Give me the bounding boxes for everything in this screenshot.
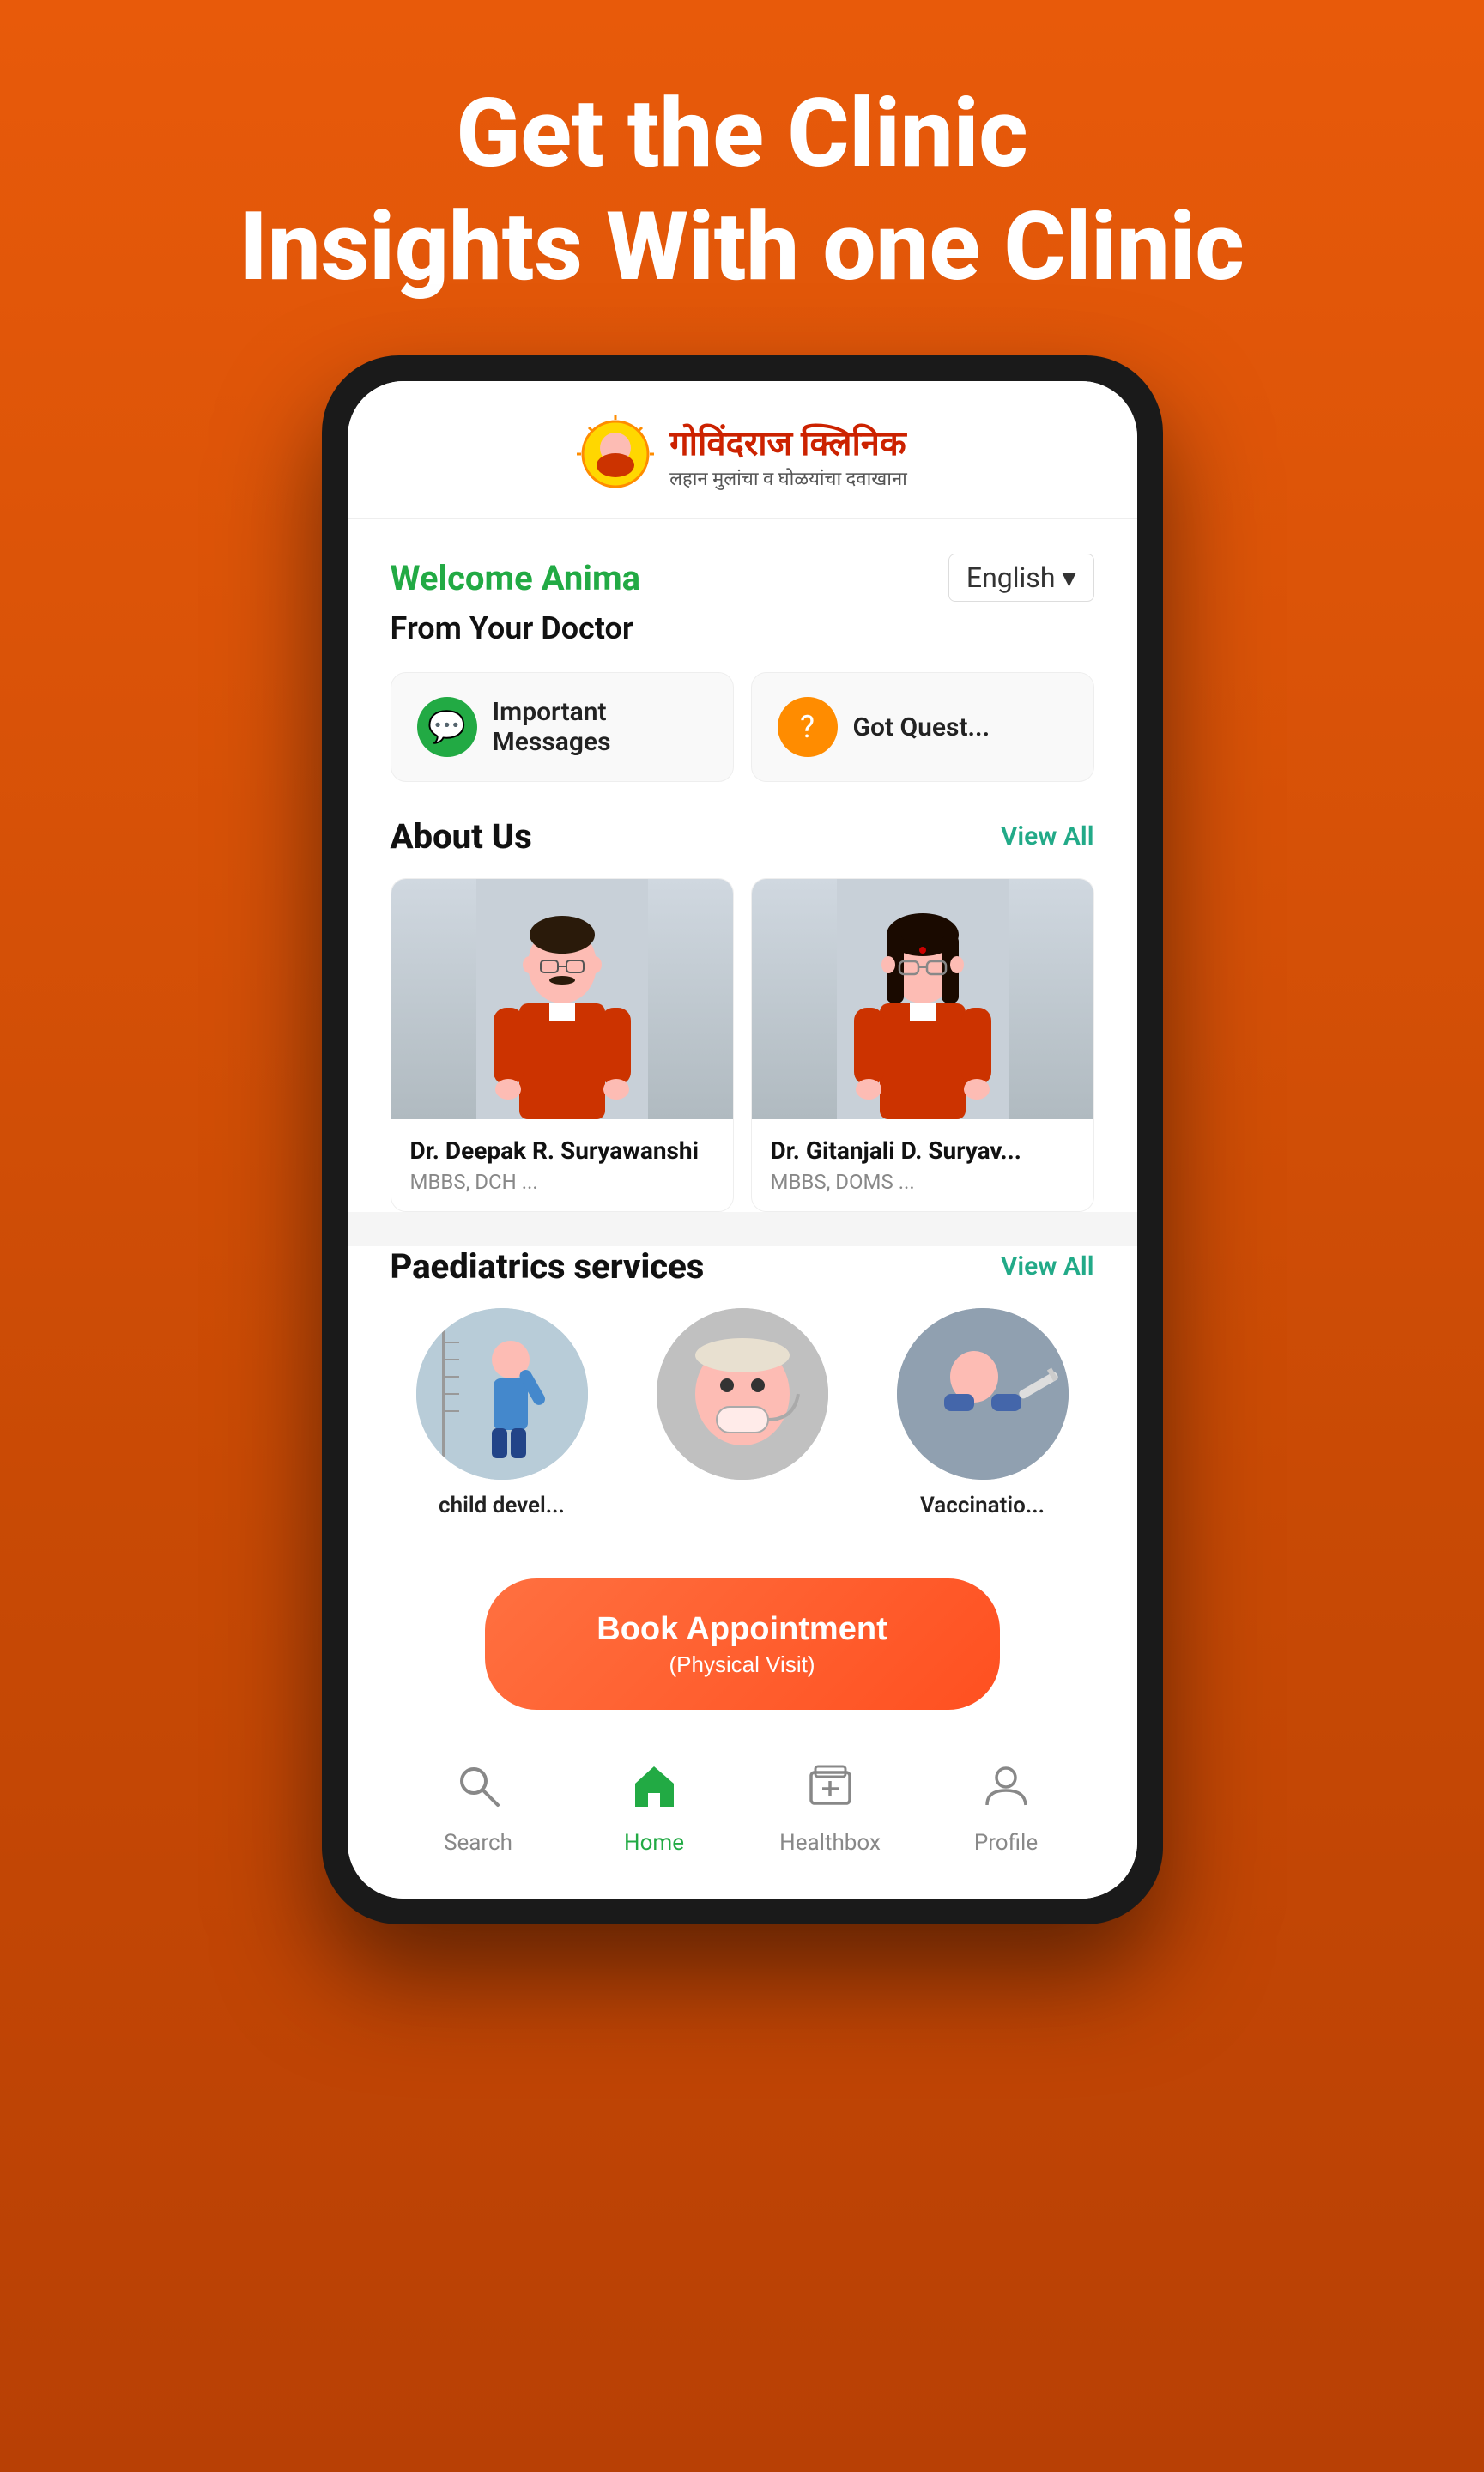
important-messages-label: Important Messages <box>493 697 707 757</box>
doctor-female-silhouette <box>752 879 1093 1119</box>
service-image-1 <box>416 1308 588 1480</box>
doctor-info-2: Dr. Gitanjali D. Suryav... MBBS, DOMS ..… <box>752 1119 1093 1211</box>
book-appointment-button[interactable]: Book Appointment (Physical Visit) <box>485 1578 1000 1710</box>
service-label-1: child devel... <box>439 1493 565 1518</box>
doctor-quals-1: MBBS, DCH ... <box>410 1170 714 1194</box>
app-header: गोविंदराज क्लिनिक लहान मुलांचा व घोळयांच… <box>348 381 1137 519</box>
clinic-subtitle: लहान मुलांचा व घोळयांचा दवाखाना <box>669 465 907 491</box>
service-item-3[interactable]: Vaccinatio... <box>871 1308 1094 1518</box>
doctor-info-1: Dr. Deepak R. Suryawanshi MBBS, DCH ... <box>391 1119 733 1211</box>
vaccination-icon <box>897 1308 1069 1480</box>
clinic-logo: गोविंदराज क्लिनिक लहान मुलांचा व घोळयांच… <box>577 415 907 493</box>
got-questions-label: Got Quest... <box>853 712 990 742</box>
got-questions-icon: ? <box>778 697 838 757</box>
about-us-title: About Us <box>391 816 532 857</box>
doctor-male-silhouette <box>391 879 733 1119</box>
home-icon <box>631 1762 678 1809</box>
paed-header: Paediatrics services View All <box>391 1246 1094 1287</box>
doctor-card-2[interactable]: Dr. Gitanjali D. Suryav... MBBS, DOMS ..… <box>751 878 1094 1212</box>
service-label-3: Vaccinatio... <box>920 1493 1045 1518</box>
language-selector[interactable]: English ▾ <box>948 554 1094 602</box>
nav-search[interactable]: Search <box>391 1762 566 1856</box>
from-doctor-text: From Your Doctor <box>391 610 1094 646</box>
important-messages-card[interactable]: 💬 Important Messages <box>391 672 734 782</box>
paediatrics-section: Paediatrics services View All <box>348 1246 1137 1553</box>
child-growth-icon <box>416 1308 588 1480</box>
language-label: English <box>966 561 1056 594</box>
app-main-content: Welcome Anima English ▾ From Your Doctor… <box>348 519 1137 1212</box>
clinic-name-container: गोविंदराज क्लिनिक लहान मुलांचा व घोळयांच… <box>669 418 907 491</box>
service-item-2[interactable] <box>631 1308 854 1518</box>
doctor-card-1[interactable]: Dr. Deepak R. Suryawanshi MBBS, DCH ... <box>391 878 734 1212</box>
nav-profile[interactable]: Profile <box>918 1762 1094 1856</box>
clinic-logo-icon <box>577 415 654 493</box>
book-btn-main-text: Book Appointment <box>597 1611 887 1647</box>
doctor-name-2: Dr. Gitanjali D. Suryav... <box>771 1136 1075 1165</box>
hero-title-line1: Get the Clinic <box>239 77 1245 191</box>
got-questions-card[interactable]: ? Got Quest... <box>751 672 1094 782</box>
search-nav-label: Search <box>444 1830 512 1856</box>
newborn-icon <box>657 1308 828 1480</box>
doctor-photo-1 <box>391 879 733 1119</box>
service-image-2 <box>657 1308 828 1480</box>
bottom-navigation: Search Home <box>348 1736 1137 1899</box>
important-messages-icon: 💬 <box>417 697 477 757</box>
doctor-photo-2 <box>752 879 1093 1119</box>
about-us-header: About Us View All <box>391 816 1094 857</box>
chevron-down-icon: ▾ <box>1062 561 1075 594</box>
services-row: child devel... <box>391 1308 1094 1518</box>
nav-home[interactable]: Home <box>566 1762 742 1856</box>
home-nav-label: Home <box>624 1830 684 1856</box>
healthbox-nav-icon <box>807 1762 854 1821</box>
welcome-text: Welcome Anima <box>391 558 641 598</box>
book-btn-sub-text: (Physical Visit) <box>554 1651 931 1680</box>
profile-nav-label: Profile <box>974 1830 1038 1856</box>
phone-mockup: गोविंदराज क्लिनिक लहान मुलांचा व घोळयांच… <box>322 355 1163 1924</box>
service-image-3 <box>897 1308 1069 1480</box>
nav-healthbox[interactable]: Healthbox <box>742 1762 918 1856</box>
clinic-name-marathi: गोविंदराज क्लिनिक <box>669 418 907 465</box>
home-nav-icon <box>631 1762 678 1821</box>
healthbox-icon <box>807 1762 854 1809</box>
healthbox-nav-label: Healthbox <box>779 1830 881 1856</box>
paed-view-all[interactable]: View All <box>1001 1251 1094 1281</box>
doctor-quals-2: MBBS, DOMS ... <box>771 1170 1075 1194</box>
doctors-row: Dr. Deepak R. Suryawanshi MBBS, DCH ... <box>391 878 1094 1212</box>
profile-icon <box>983 1762 1030 1809</box>
profile-nav-icon <box>983 1762 1030 1821</box>
doctor-name-1: Dr. Deepak R. Suryawanshi <box>410 1136 714 1165</box>
paed-title: Paediatrics services <box>391 1246 705 1287</box>
about-us-view-all[interactable]: View All <box>1001 821 1094 851</box>
hero-section: Get the Clinic Insights With one Clinic <box>239 77 1245 304</box>
service-item-1[interactable]: child devel... <box>391 1308 614 1518</box>
search-nav-icon <box>455 1762 502 1821</box>
hero-title-line2: Insights With one Clinic <box>239 191 1245 304</box>
search-icon <box>455 1762 502 1809</box>
welcome-row: Welcome Anima English ▾ <box>391 554 1094 602</box>
message-cards-row: 💬 Important Messages ? Got Quest... <box>391 672 1094 782</box>
book-appointment-container: Book Appointment (Physical Visit) <box>348 1553 1137 1736</box>
phone-screen: गोविंदराज क्लिनिक लहान मुलांचा व घोळयांच… <box>348 381 1137 1899</box>
